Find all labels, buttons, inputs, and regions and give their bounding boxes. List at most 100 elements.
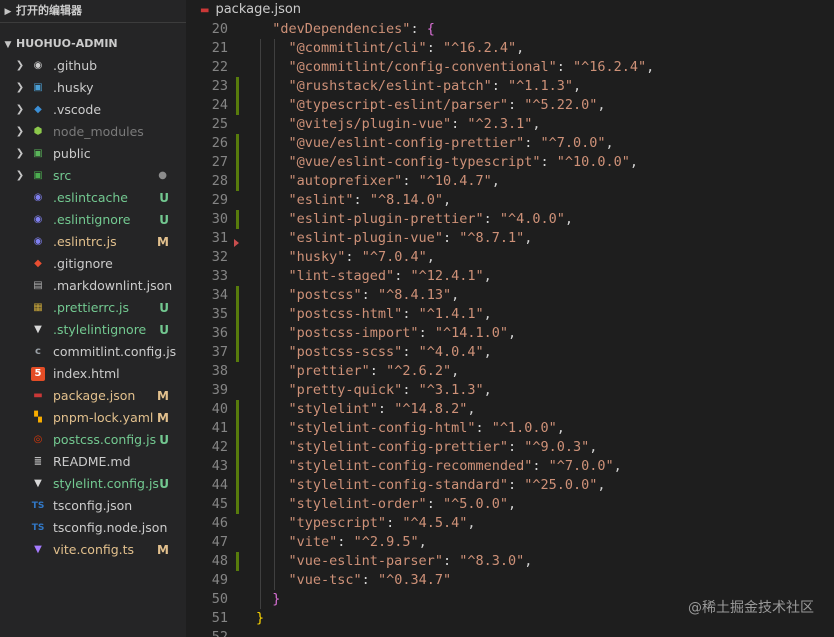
git-added-marker[interactable]: [236, 305, 239, 324]
git-added-marker[interactable]: [236, 210, 239, 229]
code-line[interactable]: 35 "postcss-html": "^1.4.1",: [186, 305, 834, 324]
code-line[interactable]: 29 "eslint": "^8.14.0",: [186, 191, 834, 210]
code-line[interactable]: 44 "stylelint-config-standard": "^25.0.0…: [186, 476, 834, 495]
git-added-marker[interactable]: [236, 457, 239, 476]
tree-file[interactable]: TS tsconfig.json: [0, 495, 186, 517]
tree-file[interactable]: ▼ vite.config.ts M: [0, 539, 186, 561]
tree-folder[interactable]: ❯ ▣ .husky: [0, 77, 186, 99]
chevron-right-icon: ❯: [15, 60, 25, 71]
line-number: 23: [211, 78, 228, 94]
tree-item-label: src: [53, 168, 72, 183]
code-line[interactable]: 23 "@rushstack/eslint-patch": "^1.1.3",: [186, 77, 834, 96]
npm-icon: ▬: [200, 5, 210, 16]
code-editor[interactable]: ▬ package.json 20 "devDependencies": {21 …: [186, 0, 834, 637]
tree-folder[interactable]: ❯ ◉ .github: [0, 55, 186, 77]
tree-folder[interactable]: ❯ ◆ .vscode: [0, 99, 186, 121]
code-line[interactable]: 40 "stylelint": "^14.8.2",: [186, 400, 834, 419]
git-added-marker[interactable]: [236, 552, 239, 571]
git-added-marker[interactable]: [236, 172, 239, 191]
tree-file[interactable]: ▦ .prettierrc.js U: [0, 297, 186, 319]
tree-folder[interactable]: ❯ ▣ src ●: [0, 165, 186, 187]
code-line[interactable]: 42 "stylelint-config-prettier": "^9.0.3"…: [186, 438, 834, 457]
git-added-marker[interactable]: [236, 134, 239, 153]
git-status-badge: M: [157, 235, 169, 249]
project-header[interactable]: ▼ HUOHUO-ADMIN: [0, 33, 186, 55]
git-added-marker[interactable]: [236, 96, 239, 115]
tree-item-label: commitlint.config.js: [53, 344, 177, 359]
tree-file[interactable]: ◉ .eslintignore U: [0, 209, 186, 231]
git-added-marker[interactable]: [236, 419, 239, 438]
code-line[interactable]: 39 "pretty-quick": "^3.1.3",: [186, 381, 834, 400]
code-line[interactable]: 48 "vue-eslint-parser": "^8.3.0",: [186, 552, 834, 571]
tree-file[interactable]: ◉ .eslintcache U: [0, 187, 186, 209]
git-added-marker[interactable]: [236, 286, 239, 305]
code-line[interactable]: 31 "eslint-plugin-vue": "^8.7.1",: [186, 229, 834, 248]
tree-file[interactable]: ◉ .eslintrc.js M: [0, 231, 186, 253]
code-line[interactable]: 30 "eslint-plugin-prettier": "^4.0.0",: [186, 210, 834, 229]
code-line[interactable]: 21 "@commitlint/cli": "^16.2.4",: [186, 39, 834, 58]
git-added-marker[interactable]: [236, 495, 239, 514]
tree-folder[interactable]: ❯ ⬢ node_modules: [0, 121, 186, 143]
git-deleted-marker[interactable]: [234, 239, 239, 247]
code-line[interactable]: 36 "postcss-import": "^14.1.0",: [186, 324, 834, 343]
code-line[interactable]: 22 "@commitlint/config-conventional": "^…: [186, 58, 834, 77]
code-line[interactable]: 47 "vite": "^2.9.5",: [186, 533, 834, 552]
code-line[interactable]: 43 "stylelint-config-recommended": "^7.0…: [186, 457, 834, 476]
tree-file[interactable]: ▚ pnpm-lock.yaml M: [0, 407, 186, 429]
code-line[interactable]: 28 "autoprefixer": "^10.4.7",: [186, 172, 834, 191]
tree-item-label: node_modules: [53, 124, 144, 139]
code-text: "pretty-quick": "^3.1.3",: [288, 382, 492, 398]
tree-item-label: tsconfig.node.json: [53, 520, 168, 535]
tree-file[interactable]: ≣ README.md: [0, 451, 186, 473]
code-line[interactable]: 52: [186, 628, 834, 637]
code-text: "vue-tsc": "^0.34.7": [288, 572, 452, 588]
code-text: "devDependencies": {: [272, 21, 435, 37]
code-line[interactable]: 25 "@vitejs/plugin-vue": "^2.3.1",: [186, 115, 834, 134]
line-number: 41: [211, 420, 228, 436]
git-added-marker[interactable]: [236, 438, 239, 457]
code-line[interactable]: 33 "lint-staged": "^12.4.1",: [186, 267, 834, 286]
code-line[interactable]: 32 "husky": "^7.0.4",: [186, 248, 834, 267]
code-line[interactable]: 45 "stylelint-order": "^5.0.0",: [186, 495, 834, 514]
git-added-marker[interactable]: [236, 324, 239, 343]
line-number: 29: [211, 192, 228, 208]
src-folder-icon: ▣: [33, 170, 43, 181]
git-status-badge: U: [159, 213, 169, 227]
code-line[interactable]: 37 "postcss-scss": "^4.0.4",: [186, 343, 834, 362]
html-icon: 5: [31, 367, 45, 381]
tree-folder[interactable]: ❯ ▣ public: [0, 143, 186, 165]
code-line[interactable]: 49 "vue-tsc": "^0.34.7": [186, 571, 834, 590]
code-text: }: [272, 591, 281, 607]
git-added-marker[interactable]: [236, 153, 239, 172]
tree-file[interactable]: ◆ .gitignore: [0, 253, 186, 275]
git-added-marker[interactable]: [236, 343, 239, 362]
tree-file[interactable]: c commitlint.config.js: [0, 341, 186, 363]
tree-file[interactable]: TS tsconfig.node.json: [0, 517, 186, 539]
tree-item-label: .eslintrc.js: [53, 234, 117, 249]
tree-file[interactable]: ▼ .stylelintignore U: [0, 319, 186, 341]
code-line[interactable]: 24 "@typescript-eslint/parser": "^5.22.0…: [186, 96, 834, 115]
code-line[interactable]: 38 "prettier": "^2.6.2",: [186, 362, 834, 381]
git-added-marker[interactable]: [236, 400, 239, 419]
code-line[interactable]: 34 "postcss": "^8.4.13",: [186, 286, 834, 305]
tree-file[interactable]: 5 index.html: [0, 363, 186, 385]
line-number: 34: [211, 287, 228, 303]
code-line[interactable]: 41 "stylelint-config-html": "^1.0.0",: [186, 419, 834, 438]
code-line[interactable]: 20 "devDependencies": {: [186, 20, 834, 39]
git-added-marker[interactable]: [236, 476, 239, 495]
git-added-marker[interactable]: [236, 77, 239, 96]
open-editors-header[interactable]: ▶ 打开的编辑器: [0, 0, 186, 22]
tree-file[interactable]: ▤ .markdownlint.json: [0, 275, 186, 297]
code-line[interactable]: 26 "@vue/eslint-config-prettier": "^7.0.…: [186, 134, 834, 153]
tree-file[interactable]: ▬ package.json M: [0, 385, 186, 407]
tree-file[interactable]: ◎ postcss.config.js U: [0, 429, 186, 451]
tree-item-label: .gitignore: [53, 256, 113, 271]
code-area[interactable]: 20 "devDependencies": {21 "@commitlint/c…: [186, 20, 834, 637]
code-line[interactable]: 46 "typescript": "^4.5.4",: [186, 514, 834, 533]
tree-file[interactable]: ▼ stylelint.config.js U: [0, 473, 186, 495]
code-text: "@rushstack/eslint-patch": "^1.1.3",: [288, 78, 582, 94]
git-icon: ◆: [34, 258, 42, 269]
tab-bar: ▬ package.json: [186, 0, 834, 20]
tab-package-json[interactable]: ▬ package.json: [186, 0, 311, 20]
code-line[interactable]: 27 "@vue/eslint-config-typescript": "^10…: [186, 153, 834, 172]
